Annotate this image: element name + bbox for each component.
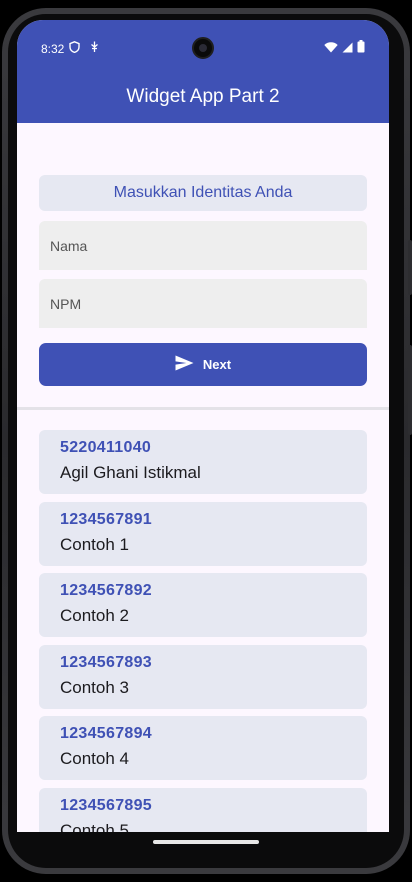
list-item-name: Contoh 2 — [60, 606, 129, 625]
list-item-npm: 1234567894 — [60, 725, 152, 742]
home-indicator[interactable] — [153, 840, 259, 844]
list-item[interactable]: 1234567894 Contoh 4 — [39, 716, 367, 780]
name-field[interactable] — [39, 221, 367, 270]
app-title: Widget App Part 2 — [126, 86, 280, 107]
status-bar-left: 8:32 — [41, 41, 99, 56]
send-icon — [175, 355, 194, 374]
app-screen: 8:32 Widget App Part 2 Masukkan Identita… — [17, 20, 389, 832]
list-item-name: Contoh 3 — [60, 677, 129, 697]
form-header: Masukkan Identitas Anda — [39, 175, 367, 211]
list-item-name: Agil Ghani Istikmal — [60, 463, 201, 482]
status-bar-right — [324, 40, 365, 58]
volume-button — [408, 345, 412, 435]
wifi-icon — [324, 40, 338, 58]
list-item-name: Contoh 4 — [60, 749, 129, 768]
list-item-npm: 1234567895 — [60, 796, 152, 814]
divider — [17, 407, 389, 410]
battery-icon — [357, 40, 365, 58]
list-item[interactable]: 5220411040 Agil Ghani Istikmal — [39, 430, 367, 494]
usb-debug-icon — [90, 41, 99, 56]
list-item[interactable]: 1234567895 Contoh 5 — [39, 787, 367, 833]
list-item-npm: 5220411040 — [60, 439, 152, 456]
next-button-label: Next — [202, 357, 232, 372]
next-button[interactable]: Next — [39, 343, 367, 386]
list-item-npm: 1234567892 — [60, 582, 152, 599]
list-item-name: Contoh 5 — [60, 820, 129, 833]
list-item[interactable]: 1234567891 Contoh 1 — [39, 501, 367, 566]
signal-icon — [342, 40, 353, 58]
app-bar: 8:32 Widget App Part 2 — [17, 20, 389, 123]
student-list[interactable]: 5220411040 Agil Ghani Istikmal 123456789… — [39, 430, 367, 832]
power-button — [408, 240, 412, 295]
list-item-npm: 1234567891 — [60, 510, 152, 528]
list-item-name: Contoh 1 — [60, 534, 129, 554]
status-time: 8:32 — [41, 41, 65, 56]
list-item-npm: 1234567893 — [60, 653, 152, 671]
front-camera — [192, 37, 214, 59]
list-item[interactable]: 1234567892 Contoh 2 — [39, 573, 367, 637]
npm-field[interactable] — [39, 279, 367, 328]
shield-icon — [69, 41, 81, 56]
list-item[interactable]: 1234567893 Contoh 3 — [39, 644, 367, 709]
